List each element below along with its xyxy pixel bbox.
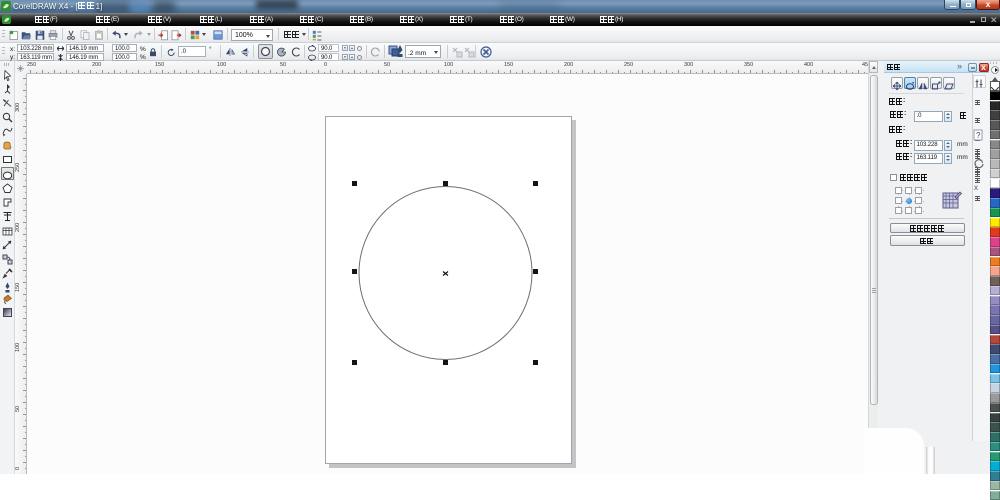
svg-text:?: ? [976,131,981,140]
